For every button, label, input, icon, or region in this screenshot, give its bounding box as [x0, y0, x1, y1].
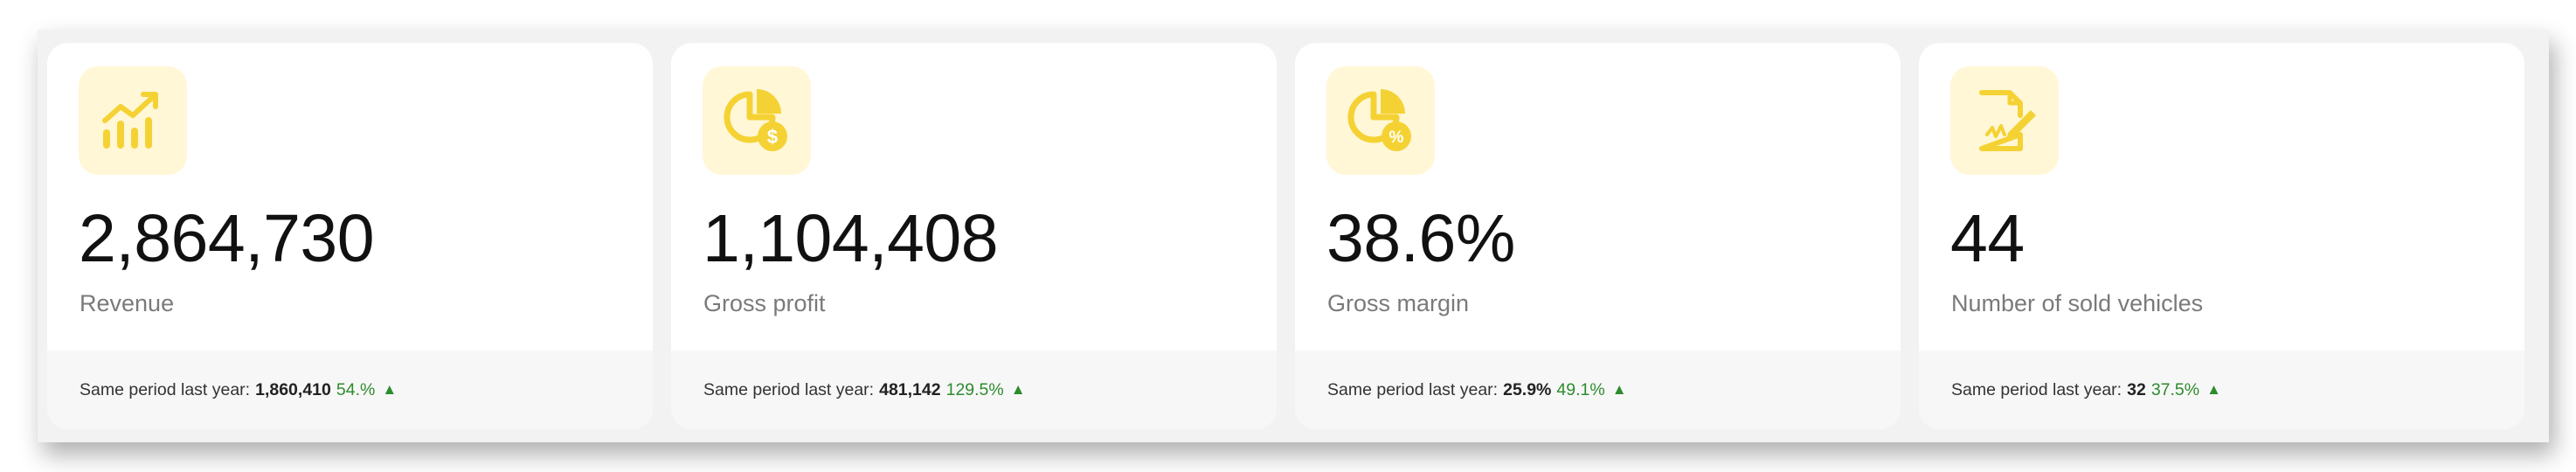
- comparison-label: Same period last year:: [703, 379, 875, 399]
- svg-text:%: %: [1389, 128, 1404, 147]
- trend-up-icon: ▲: [1010, 381, 1026, 398]
- comparison-label: Same period last year:: [80, 379, 251, 399]
- kpi-card-gross-margin: % 38.6% Gross margin Same period last ye…: [1295, 43, 1901, 429]
- bar-chart-trend-icon: [79, 66, 187, 175]
- comparison-label: Same period last year:: [1951, 379, 2122, 399]
- sold-vehicles-comparison: Same period last year: 32 37.5% ▲: [1919, 351, 2524, 429]
- pie-chart-percent-icon-graphic: %: [1347, 89, 1411, 151]
- trend-up-icon: ▲: [382, 381, 398, 398]
- pie-chart-percent-icon: %: [1326, 66, 1435, 175]
- revenue-value: 2,864,730: [79, 201, 375, 276]
- kpi-card-revenue: 2,864,730 Revenue Same period last year:…: [47, 43, 653, 429]
- sold-vehicles-value: 44: [1950, 201, 2025, 276]
- kpi-card-gross-profit: $ 1,104,408 Gross profit Same period las…: [671, 43, 1277, 429]
- previous-value: 32: [2127, 379, 2146, 399]
- change-percent: 129.5%: [945, 379, 1004, 399]
- sold-vehicles-label: Number of sold vehicles: [1951, 290, 2204, 316]
- pie-chart-dollar-icon-graphic: $: [724, 89, 787, 151]
- kpi-card-sold-vehicles: 44 Number of sold vehicles Same period l…: [1919, 43, 2524, 429]
- change-percent: 54.%: [336, 379, 376, 399]
- revenue-comparison: Same period last year: 1,860,410 54.% ▲: [47, 351, 653, 429]
- gross-margin-comparison: Same period last year: 25.9% 49.1% ▲: [1295, 351, 1901, 429]
- previous-value: 1,860,410: [255, 379, 331, 399]
- change-percent: 37.5%: [2150, 379, 2200, 399]
- change-percent: 49.1%: [1556, 379, 1605, 399]
- document-signature-icon: [1950, 66, 2059, 175]
- svg-text:$: $: [767, 126, 778, 148]
- trend-up-icon: ▲: [1611, 381, 1627, 398]
- pie-chart-dollar-icon: $: [703, 66, 811, 175]
- gross-margin-label: Gross margin: [1327, 290, 1470, 316]
- gross-profit-comparison: Same period last year: 481,142 129.5% ▲: [671, 351, 1277, 429]
- gross-profit-value: 1,104,408: [703, 201, 999, 276]
- previous-value: 481,142: [879, 379, 941, 399]
- previous-value: 25.9%: [1503, 379, 1552, 399]
- comparison-label: Same period last year:: [1327, 379, 1499, 399]
- kpi-panel: 2,864,730 Revenue Same period last year:…: [38, 30, 2549, 442]
- bar-chart-trend-icon-graphic: [102, 92, 158, 149]
- gross-profit-label: Gross profit: [703, 290, 826, 316]
- trend-up-icon: ▲: [2206, 381, 2221, 398]
- gross-margin-value: 38.6%: [1326, 201, 1515, 276]
- document-signature-icon-graphic: [1979, 90, 2036, 151]
- revenue-label: Revenue: [80, 290, 175, 316]
